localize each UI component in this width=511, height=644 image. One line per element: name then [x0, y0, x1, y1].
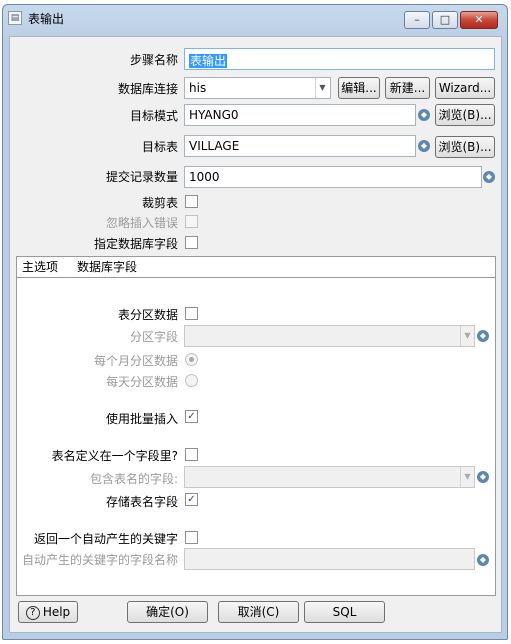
variable-icon[interactable]: ◆ — [477, 471, 489, 483]
target-table-label: 目标表 — [141, 140, 178, 154]
return-key-label: 返回一个自动产生的关键字 — [33, 532, 178, 546]
browse-schema-button[interactable]: 浏览(B)... — [435, 104, 495, 126]
store-table-name-label: 存储表名字段 — [105, 495, 178, 509]
variable-icon[interactable]: ◆ — [477, 554, 489, 566]
db-connection-select[interactable]: his — [184, 77, 331, 99]
monthly-partition-label: 每个月分区数据 — [93, 354, 178, 368]
truncate-label: 裁剪表 — [141, 196, 178, 210]
ignore-errors-label: 忽略插入错误 — [105, 216, 178, 230]
variable-icon[interactable]: ◆ — [483, 171, 495, 183]
sql-button[interactable]: SQL — [304, 601, 385, 623]
table-name-field-label: 包含表名的字段: — [89, 472, 178, 486]
commit-size-label: 提交记录数量 — [105, 170, 178, 184]
specify-fields-checkbox[interactable] — [185, 236, 198, 249]
tab-divider — [16, 277, 496, 278]
tab-db-fields[interactable]: 数据库字段 — [72, 257, 142, 277]
variable-icon[interactable]: ◆ — [418, 109, 430, 121]
maximize-button[interactable]: □ — [432, 11, 458, 29]
key-field-name-label: 自动产生的关键字的字段名称 — [21, 553, 178, 567]
chevron-down-icon[interactable]: ▼ — [460, 326, 474, 346]
chevron-down-icon[interactable]: ▼ — [315, 78, 329, 98]
target-schema-label: 目标模式 — [129, 109, 178, 123]
window-title: 表输出 — [28, 12, 65, 26]
partition-field-select[interactable] — [184, 325, 475, 347]
help-button[interactable]: ? Help — [18, 601, 78, 623]
variable-icon[interactable]: ◆ — [477, 330, 489, 342]
daily-partition-label: 每天分区数据 — [105, 375, 178, 389]
specify-fields-label: 指定数据库字段 — [93, 237, 178, 251]
table-name-in-field-label: 表名定义在一个字段里? — [51, 449, 178, 463]
batch-insert-label: 使用批量插入 — [105, 412, 178, 426]
ignore-errors-checkbox[interactable] — [185, 215, 198, 228]
edit-connection-button[interactable]: 编辑... — [338, 77, 380, 99]
key-field-name-input[interactable] — [184, 548, 475, 570]
partition-label: 表分区数据 — [117, 308, 178, 322]
table-name-in-field-checkbox[interactable] — [185, 448, 198, 461]
close-button[interactable]: ✕ — [460, 11, 498, 29]
new-connection-button[interactable]: 新建... — [385, 77, 430, 99]
ok-button[interactable]: 确定(O) — [127, 601, 208, 623]
minimize-button[interactable]: – — [404, 11, 430, 29]
target-table-input[interactable]: VILLAGE — [184, 135, 416, 157]
commit-size-input[interactable]: 1000 — [184, 166, 482, 188]
step-name-input[interactable]: 表输出 — [184, 48, 495, 70]
app-icon: ▤ — [8, 11, 22, 25]
partition-field-label: 分区字段 — [129, 330, 178, 344]
variable-icon[interactable]: ◆ — [418, 140, 430, 152]
step-name-label: 步骤名称 — [129, 53, 178, 67]
help-icon: ? — [25, 605, 40, 620]
store-table-name-checkbox[interactable]: ✓ — [185, 493, 198, 506]
target-schema-input[interactable]: HYANG0 — [184, 104, 416, 126]
chevron-down-icon[interactable]: ▼ — [460, 467, 474, 487]
partition-checkbox[interactable] — [185, 307, 198, 320]
daily-partition-radio[interactable] — [185, 374, 198, 387]
monthly-partition-radio[interactable] — [185, 353, 198, 366]
tab-main[interactable]: 主选项 — [17, 257, 64, 277]
db-connection-label: 数据库连接 — [117, 82, 178, 96]
wizard-button[interactable]: Wizard... — [435, 77, 495, 99]
table-name-field-select[interactable] — [184, 466, 475, 488]
cancel-button[interactable]: 取消(C) — [218, 601, 299, 623]
browse-table-button[interactable]: 浏览(B)... — [435, 136, 495, 158]
batch-insert-checkbox[interactable]: ✓ — [185, 410, 198, 423]
truncate-checkbox[interactable] — [185, 195, 198, 208]
return-key-checkbox[interactable] — [185, 531, 198, 544]
